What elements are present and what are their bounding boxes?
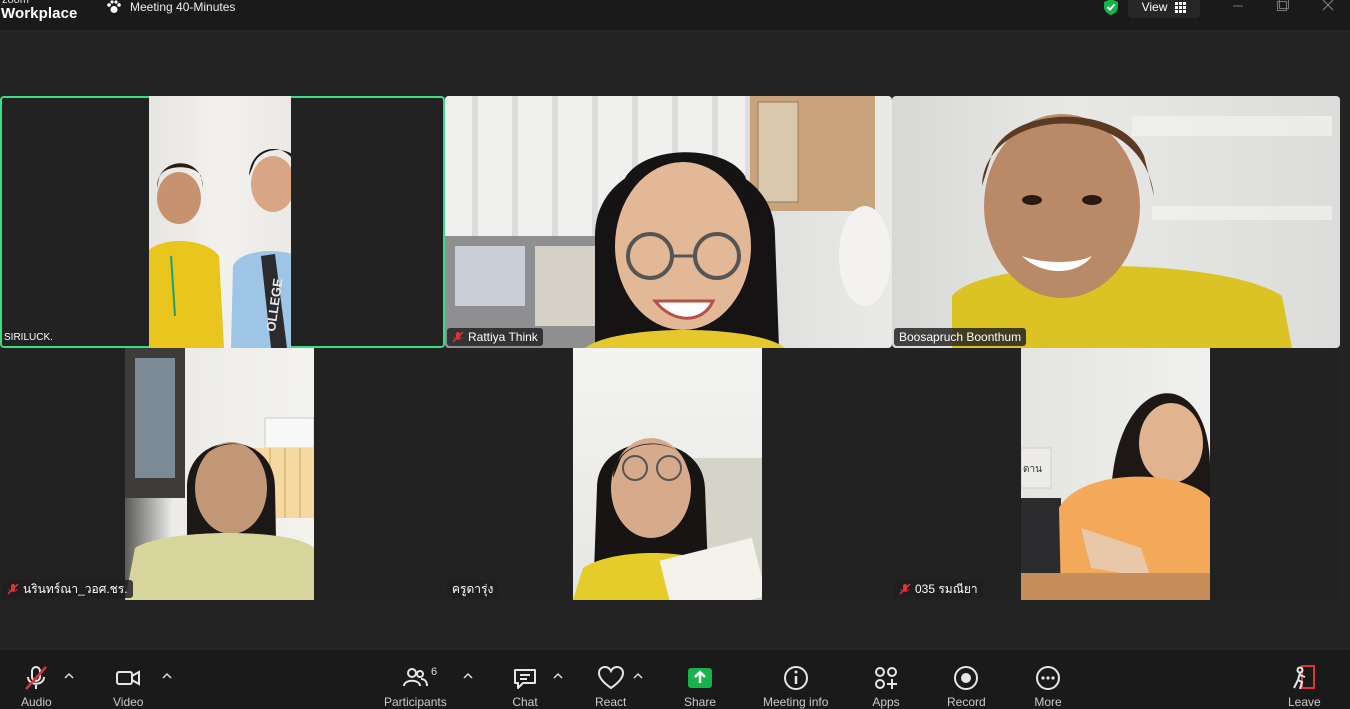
participant-name-tag: Boosapruch Boonthum — [894, 328, 1027, 346]
meeting-info-label: Meeting info — [763, 695, 829, 709]
muted-mic-icon — [452, 331, 464, 343]
participant-tile[interactable]: Boosapruch Boonthum — [892, 96, 1340, 348]
meeting-toolbar: Audio Video Participants 6 Chat React Sh… — [0, 650, 1350, 709]
participant-tile[interactable]: OLLEGE SIRILUCK. — [0, 96, 445, 348]
chevron-up-icon[interactable] — [161, 670, 173, 682]
heart-icon — [597, 665, 624, 690]
participants-count: 6 — [431, 666, 438, 678]
video-gallery: OLLEGE SIRILUCK. Rattiya Think Boosapruc… — [0, 30, 1350, 650]
view-button[interactable]: View — [1128, 0, 1200, 18]
encryption-shield-icon[interactable] — [1102, 0, 1120, 16]
apps-label: Apps — [872, 695, 900, 709]
chevron-up-icon[interactable] — [632, 670, 644, 682]
info-icon — [783, 666, 808, 690]
participant-name-tag: ครูดารุ่ง — [447, 580, 499, 598]
muted-mic-icon — [7, 583, 19, 595]
restore-icon[interactable] — [1272, 0, 1292, 14]
participant-name-tag: Rattiya Think — [447, 328, 543, 346]
participants-label: Participants — [384, 695, 447, 709]
video-label: Video — [113, 695, 144, 709]
apps-icon — [875, 667, 897, 689]
chevron-up-icon[interactable] — [63, 670, 75, 682]
participant-video: ดาน — [1021, 348, 1210, 600]
app-logo: Workplace — [1, 5, 78, 22]
participant-name-tag: 035 รมณียา — [894, 580, 983, 598]
chat-label: Chat — [512, 695, 538, 709]
participant-video — [892, 96, 1340, 348]
participant-video: OLLEGE — [149, 96, 291, 348]
title-bar: zoom Workplace Meeting 40-Minutes View — [0, 0, 1350, 30]
react-button[interactable]: React — [595, 664, 626, 709]
participant-tile[interactable]: ครูดารุ่ง — [445, 348, 892, 600]
meeting-title[interactable]: Meeting 40-Minutes — [106, 0, 235, 14]
minimize-icon[interactable] — [1228, 0, 1248, 14]
participant-name: SIRILUCK. — [4, 331, 53, 343]
record-label: Record — [947, 695, 986, 709]
participant-tile[interactable]: นรินทร์ณา_วอศ.ชร. — [0, 348, 445, 600]
record-button[interactable]: Record — [947, 664, 986, 709]
muted-mic-icon — [899, 583, 911, 595]
meeting-title-label: Meeting 40-Minutes — [130, 0, 236, 14]
grid-icon — [1175, 1, 1187, 13]
more-icon — [1036, 666, 1060, 690]
participant-name-tag: นรินทร์ณา_วอศ.ชร. — [2, 580, 133, 598]
participant-video — [125, 348, 314, 600]
audio-button[interactable]: Audio — [21, 664, 52, 709]
react-label: React — [595, 695, 627, 709]
leave-door-icon — [1293, 665, 1316, 690]
chat-button[interactable]: Chat — [511, 664, 539, 709]
participant-tile[interactable]: ดาน 035 รมณียา — [892, 348, 1340, 600]
audio-label: Audio — [21, 695, 52, 709]
video-button[interactable]: Video — [113, 664, 143, 709]
svg-text:ดาน: ดาน — [1023, 464, 1042, 475]
participant-name-tag: SIRILUCK. — [2, 328, 55, 346]
leave-label: Leave — [1288, 695, 1321, 709]
participants-button[interactable]: Participants — [384, 664, 447, 709]
chevron-up-icon[interactable] — [462, 670, 474, 682]
apps-button[interactable]: Apps — [872, 664, 900, 709]
share-label: Share — [684, 695, 717, 709]
close-icon[interactable] — [1318, 0, 1338, 14]
participant-video — [573, 348, 762, 600]
video-camera-icon — [116, 670, 141, 686]
participant-name: ครูดารุ่ง — [452, 581, 494, 596]
participant-name: 035 รมณียา — [915, 581, 978, 596]
participant-tile[interactable]: Rattiya Think — [445, 96, 892, 348]
participant-name: Rattiya Think — [468, 330, 538, 344]
more-button[interactable]: More — [1034, 664, 1062, 709]
participants-icon — [403, 668, 429, 687]
participant-video — [445, 96, 892, 348]
share-screen-icon — [688, 668, 713, 688]
more-label: More — [1034, 695, 1062, 709]
leave-button[interactable]: Leave — [1288, 664, 1321, 709]
participant-name: นรินทร์ณา_วอศ.ชร. — [23, 581, 128, 596]
paw-icon — [107, 0, 121, 13]
muted-microphone-icon — [25, 666, 48, 690]
chevron-up-icon[interactable] — [552, 670, 564, 682]
view-label: View — [1141, 0, 1168, 14]
chat-bubble-icon — [514, 669, 536, 689]
record-icon — [954, 666, 979, 690]
share-button[interactable]: Share — [684, 664, 716, 709]
meeting-info-button[interactable]: Meeting info — [763, 664, 828, 709]
participant-name: Boosapruch Boonthum — [899, 330, 1022, 344]
